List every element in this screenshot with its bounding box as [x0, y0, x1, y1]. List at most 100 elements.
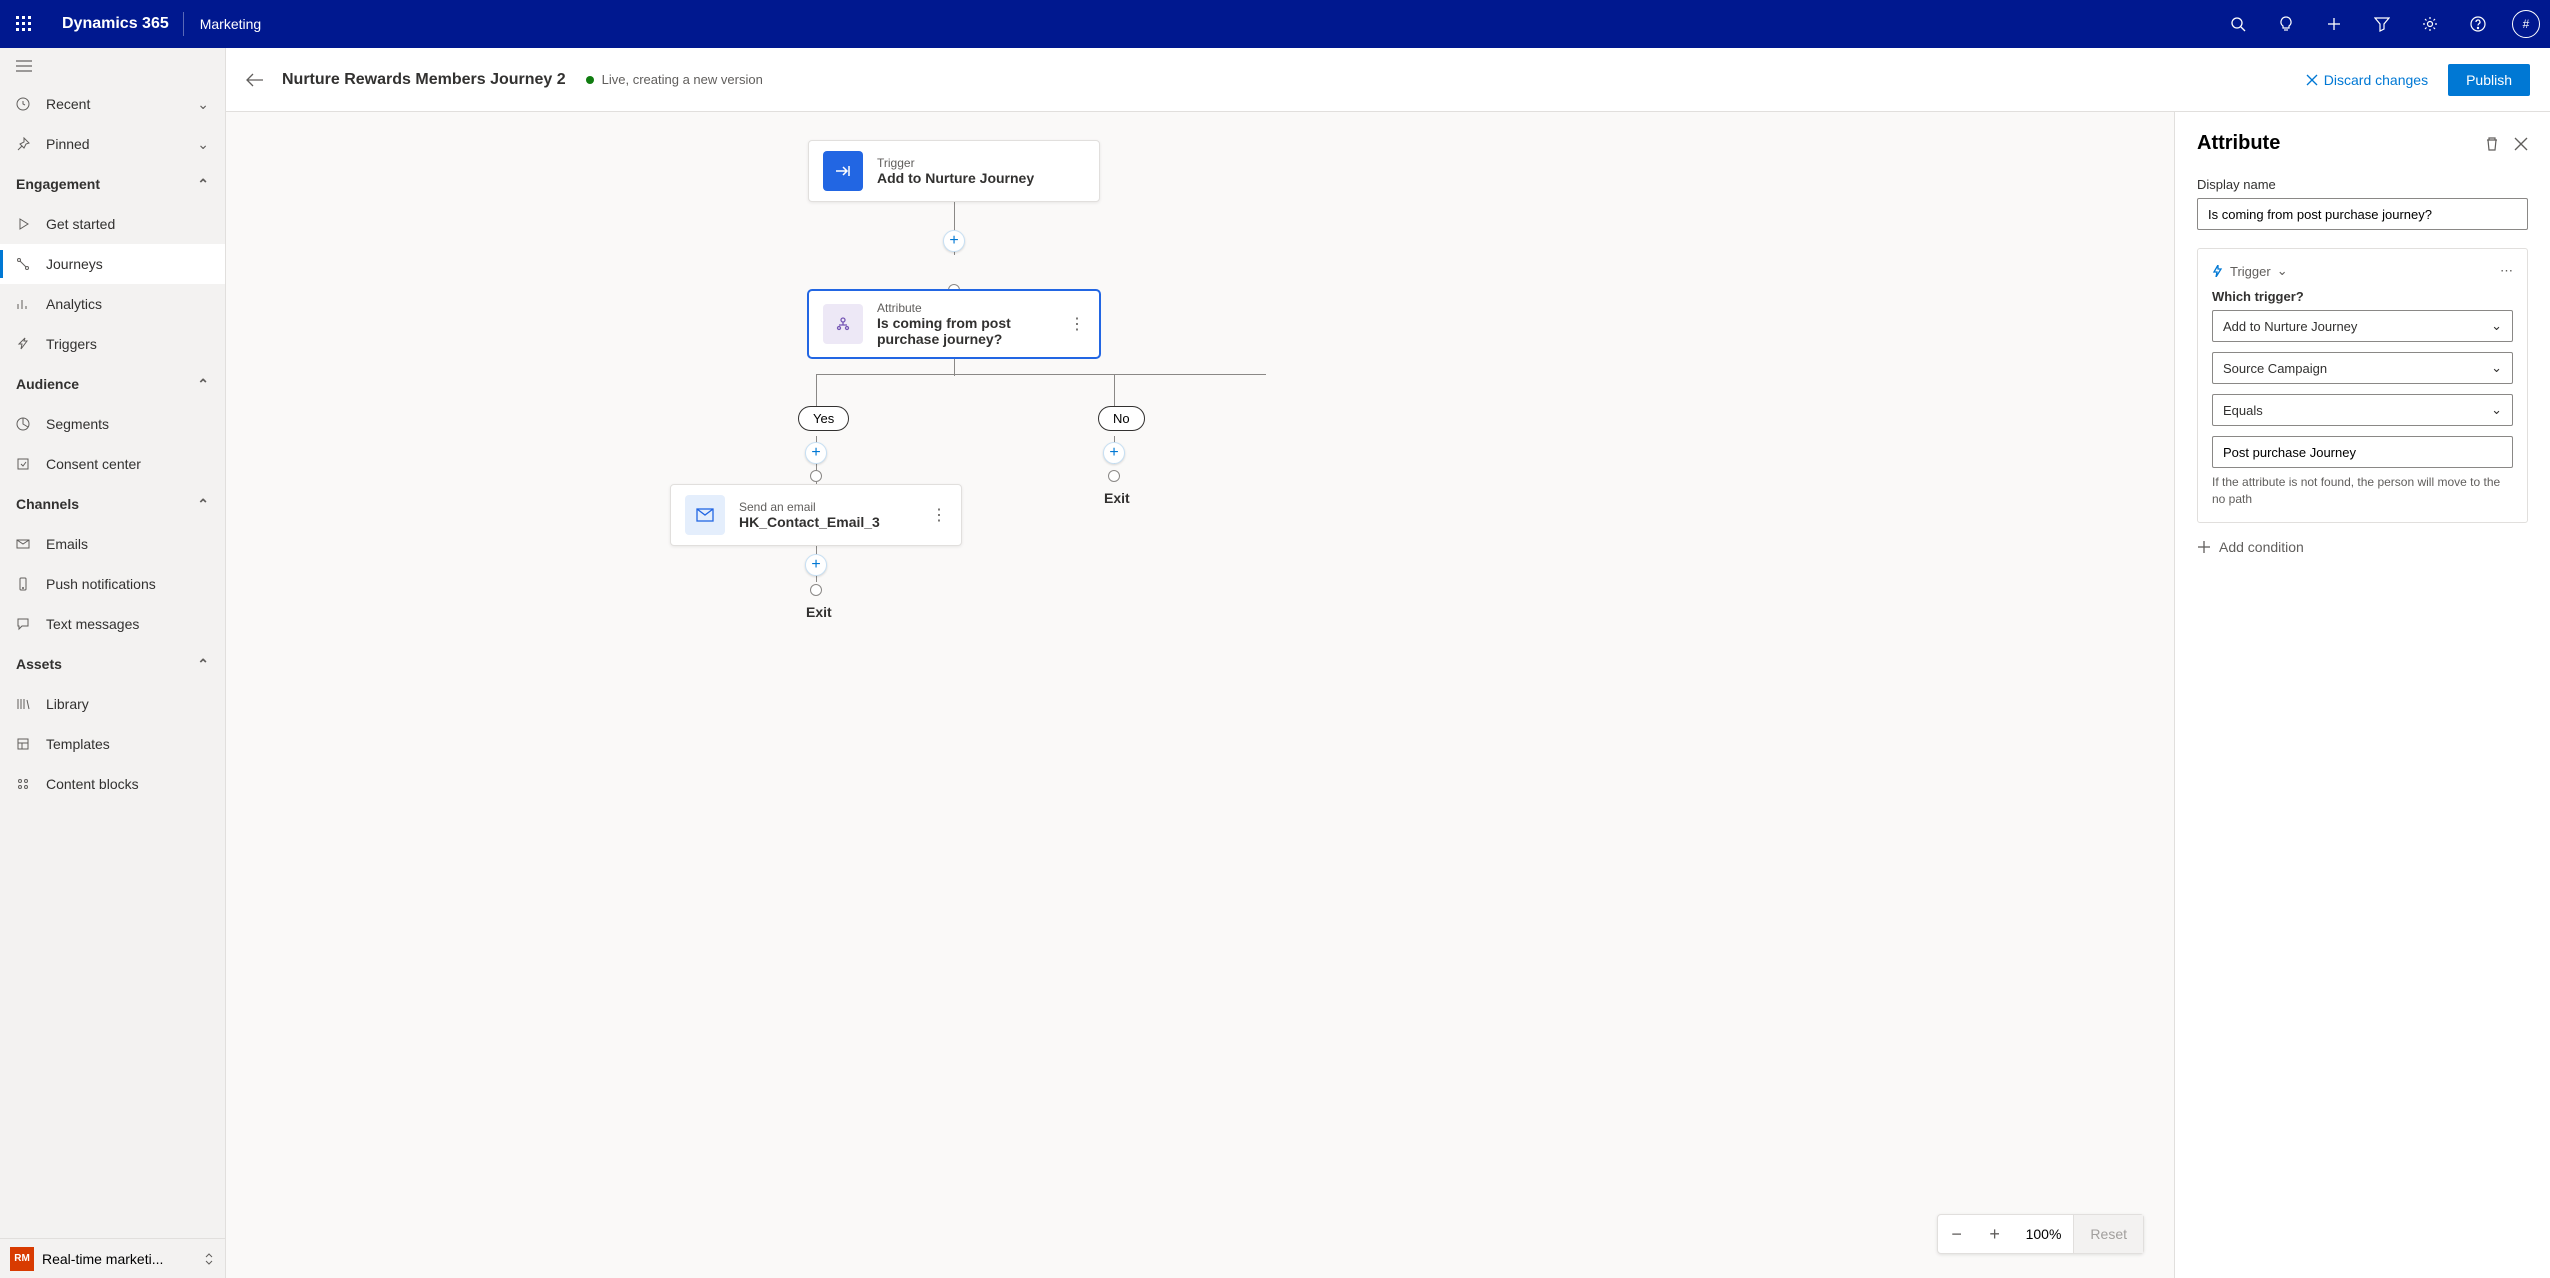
panel-title: Attribute	[2197, 132, 2470, 155]
more-icon[interactable]: ⋮	[1059, 314, 1085, 334]
gear-icon[interactable]	[2406, 0, 2454, 48]
properties-panel: Attribute Display name Trigger ⌄ ⋯ Which…	[2174, 112, 2550, 1278]
port	[810, 584, 822, 596]
chevron-down-icon: ⌄	[2491, 402, 2502, 418]
nav-blocks[interactable]: Content blocks	[0, 764, 225, 804]
plus-icon[interactable]	[2310, 0, 2358, 48]
trigger-pill[interactable]: Trigger	[2230, 264, 2271, 279]
nav-recent[interactable]: Recent⌄	[0, 84, 225, 124]
branch-no[interactable]: No	[1098, 406, 1145, 431]
select-value: Source Campaign	[2223, 361, 2327, 376]
chevron-up-icon: ⌃	[197, 496, 209, 513]
more-icon[interactable]: ⋮	[921, 505, 947, 525]
nav-pinned[interactable]: Pinned⌄	[0, 124, 225, 164]
trigger-select[interactable]: Add to Nurture Journey ⌄	[2212, 310, 2513, 342]
branch-yes[interactable]: Yes	[798, 406, 849, 431]
nav-group-channels[interactable]: Channels ⌃	[0, 484, 225, 524]
nav-label: Text messages	[46, 616, 139, 632]
filter-icon[interactable]	[2358, 0, 2406, 48]
pin-icon	[16, 137, 32, 151]
nav-library[interactable]: Library	[0, 684, 225, 724]
lightbulb-icon[interactable]	[2262, 0, 2310, 48]
blocks-icon	[16, 777, 32, 791]
template-icon	[16, 737, 32, 751]
trigger-icon	[16, 337, 32, 351]
nav-analytics[interactable]: Analytics	[0, 284, 225, 324]
connector	[816, 374, 817, 406]
add-step-button[interactable]: +	[1103, 442, 1125, 464]
add-step-button[interactable]: +	[943, 230, 965, 252]
select-value: Add to Nurture Journey	[2223, 319, 2357, 334]
journey-canvas[interactable]: TriggerAdd to Nurture Journey + Attribut…	[226, 112, 2174, 1278]
nav-templates[interactable]: Templates	[0, 724, 225, 764]
zoom-out-button[interactable]: −	[1938, 1215, 1976, 1253]
port	[810, 470, 822, 482]
exit-label: Exit	[806, 604, 832, 620]
publish-button[interactable]: Publish	[2448, 64, 2530, 96]
more-icon[interactable]: ⋯	[2500, 263, 2513, 279]
attribute-icon	[823, 304, 863, 344]
nav-triggers[interactable]: Triggers	[0, 324, 225, 364]
display-name-label: Display name	[2197, 177, 2528, 192]
delete-icon[interactable]	[2484, 136, 2500, 152]
nav-group-engagement[interactable]: Engagement⌃	[0, 164, 225, 204]
consent-icon	[16, 457, 32, 471]
connector	[816, 374, 1266, 375]
mail-icon	[16, 537, 32, 551]
nav-push[interactable]: Push notifications	[0, 564, 225, 604]
nav-text[interactable]: Text messages	[0, 604, 225, 644]
nav-segments[interactable]: Segments	[0, 404, 225, 444]
node-email[interactable]: Send an emailHK_Contact_Email_3 ⋮	[670, 484, 962, 546]
hamburger-icon[interactable]	[0, 48, 225, 84]
zoom-in-button[interactable]: +	[1976, 1215, 2014, 1253]
zoom-reset-button[interactable]: Reset	[2073, 1215, 2143, 1253]
page-header: Nurture Rewards Members Journey 2 Live, …	[226, 48, 2550, 112]
mail-icon	[685, 495, 725, 535]
node-attribute[interactable]: AttributeIs coming from post purchase jo…	[808, 290, 1100, 358]
nav-emails[interactable]: Emails	[0, 524, 225, 564]
nav-get-started[interactable]: Get started	[0, 204, 225, 244]
select-value: Equals	[2223, 403, 2263, 418]
app-name[interactable]: Marketing	[184, 16, 277, 32]
zoom-control: − + 100% Reset	[1937, 1214, 2144, 1254]
port	[1108, 470, 1120, 482]
nav-journeys[interactable]: Journeys	[0, 244, 225, 284]
add-step-button[interactable]: +	[805, 554, 827, 576]
add-step-button[interactable]: +	[805, 442, 827, 464]
field-select[interactable]: Source Campaign ⌄	[2212, 352, 2513, 384]
user-avatar[interactable]: #	[2512, 10, 2540, 38]
nav-label: Triggers	[46, 336, 97, 352]
back-icon[interactable]	[246, 73, 264, 87]
chevron-up-icon: ⌃	[197, 656, 209, 673]
close-icon[interactable]	[2514, 137, 2528, 151]
nav-label: Channels	[16, 496, 79, 512]
node-trigger[interactable]: TriggerAdd to Nurture Journey	[808, 140, 1100, 202]
analytics-icon	[16, 297, 32, 311]
trigger-icon	[823, 151, 863, 191]
nav-label: Library	[46, 696, 89, 712]
node-subtitle: Trigger	[877, 156, 1034, 170]
discard-button[interactable]: Discard changes	[2306, 72, 2428, 88]
top-nav: Dynamics 365 Marketing #	[0, 0, 2550, 48]
clock-icon	[16, 97, 32, 111]
nav-label: Push notifications	[46, 576, 156, 592]
help-icon[interactable]	[2454, 0, 2502, 48]
nav-label: Segments	[46, 416, 109, 432]
app-launcher-icon[interactable]	[0, 16, 48, 32]
brand-name[interactable]: Dynamics 365	[48, 15, 183, 33]
nav-consent[interactable]: Consent center	[0, 444, 225, 484]
chevron-down-icon: ⌄	[2491, 318, 2502, 334]
chevron-down-icon: ⌄	[197, 96, 209, 113]
chevron-down-icon: ⌄	[2491, 360, 2502, 376]
nav-label: Journeys	[46, 256, 103, 272]
nav-group-audience[interactable]: Audience⌃	[0, 364, 225, 404]
area-switcher[interactable]: RM Real-time marketi...	[0, 1238, 225, 1278]
operator-select[interactable]: Equals ⌄	[2212, 394, 2513, 426]
search-icon[interactable]	[2214, 0, 2262, 48]
nav-label: Templates	[46, 736, 110, 752]
display-name-input[interactable]	[2197, 198, 2528, 230]
nav-group-assets[interactable]: Assets⌃	[0, 644, 225, 684]
value-input[interactable]	[2212, 436, 2513, 468]
add-condition-button[interactable]: Add condition	[2197, 539, 2528, 555]
journey-icon	[16, 257, 32, 271]
